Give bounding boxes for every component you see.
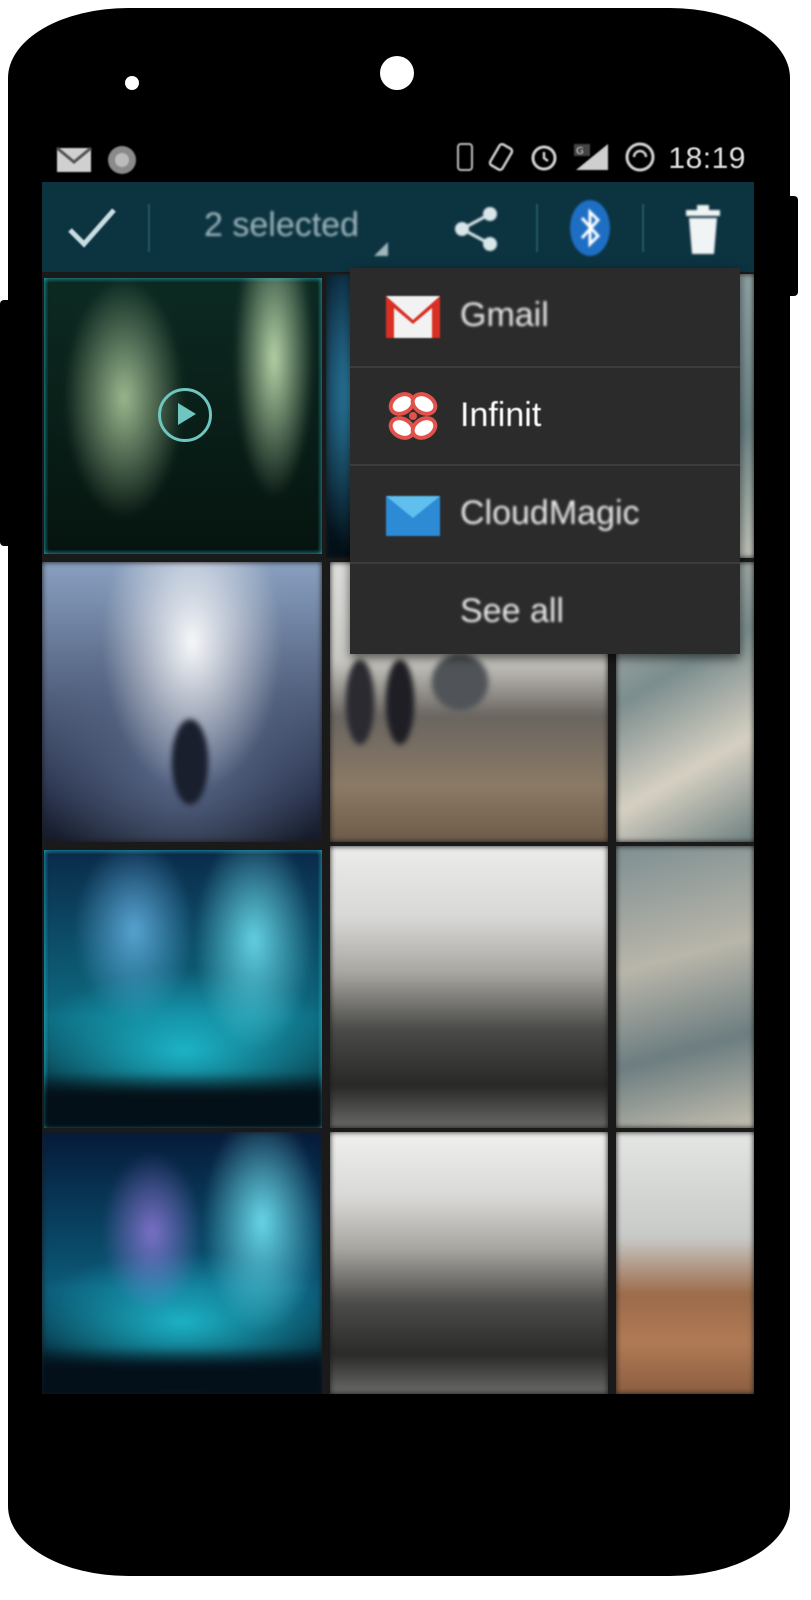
trash-icon[interactable] (682, 204, 724, 256)
front-camera (380, 56, 414, 90)
play-icon[interactable] (158, 388, 212, 442)
infinit-icon (382, 386, 444, 448)
cloudmagic-icon (382, 484, 444, 546)
share-option-label: See all (460, 592, 564, 630)
gmail-icon (382, 286, 444, 348)
mail-icon (56, 146, 92, 178)
photo-tile[interactable] (44, 278, 322, 554)
svg-text:G: G (576, 146, 584, 157)
sync-icon (624, 141, 656, 178)
alarm-icon (528, 141, 560, 178)
status-bar: G 18:19 (42, 136, 754, 182)
share-option-cloudmagic[interactable]: CloudMagic (350, 464, 740, 562)
photo-tile[interactable] (330, 846, 608, 1128)
app-icon (106, 144, 138, 181)
checkmark-icon[interactable] (64, 200, 120, 256)
screen: G 18:19 2 selected Gmail Infinit CloudMa… (42, 136, 754, 1394)
rotate-icon (486, 142, 516, 177)
share-option-label: Gmail (460, 296, 549, 334)
signal-icon: G (572, 142, 612, 177)
share-icon[interactable] (452, 204, 502, 254)
proximity-sensor (125, 76, 139, 90)
action-bar: 2 selected (42, 182, 754, 272)
photo-tile[interactable] (330, 1132, 608, 1394)
dropdown-caret-icon (374, 242, 388, 256)
photo-tile[interactable] (616, 1132, 754, 1394)
photo-tile[interactable] (616, 846, 754, 1128)
share-option-gmail[interactable]: Gmail (350, 268, 740, 364)
divider (642, 204, 644, 252)
share-option-label: Infinit (460, 396, 542, 434)
photo-tile[interactable] (42, 562, 322, 842)
selection-count-dropdown[interactable]: 2 selected (204, 206, 359, 245)
divider (536, 204, 538, 252)
share-option-label: CloudMagic (460, 494, 640, 532)
volume-button (0, 300, 14, 546)
share-menu: Gmail Infinit CloudMagic See all (350, 268, 740, 654)
share-option-see-all[interactable]: See all (350, 562, 740, 660)
bluetooth-icon[interactable] (566, 198, 614, 258)
divider (148, 204, 150, 252)
share-option-infinit[interactable]: Infinit (350, 366, 740, 464)
photo-tile[interactable] (44, 850, 322, 1128)
power-button (784, 196, 798, 296)
clock: 18:19 (668, 142, 746, 175)
vibrate-icon (456, 142, 474, 177)
photo-tile[interactable] (42, 1132, 322, 1394)
